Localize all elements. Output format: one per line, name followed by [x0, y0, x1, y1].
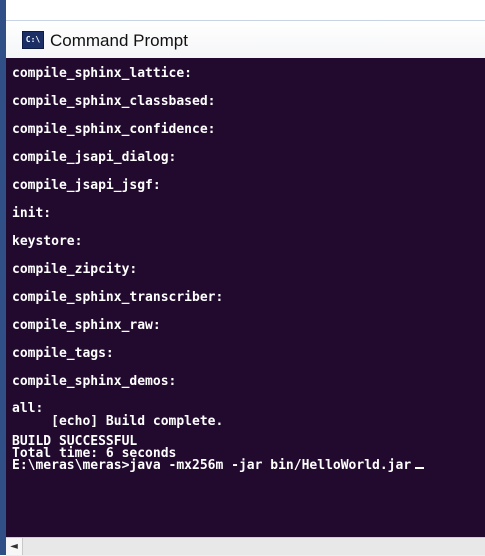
- console-line: compile_sphinx_lattice:: [12, 66, 193, 81]
- cmd-app-icon[interactable]: C:\: [22, 31, 44, 49]
- console-line: compile_sphinx_raw:: [12, 318, 161, 333]
- console-line: compile_sphinx_transcriber:: [12, 290, 224, 305]
- console-line: compile_jsapi_jsgf:: [12, 178, 161, 193]
- cmd-icon-text: C:\: [25, 35, 41, 44]
- scroll-left-button[interactable]: ◄: [6, 538, 23, 555]
- console-line: keystore:: [12, 234, 83, 249]
- console-line: [echo] Build complete.: [12, 414, 224, 429]
- console-line: compile_jsapi_dialog:: [12, 150, 177, 165]
- command-prompt-line[interactable]: E:\meras\meras>java -mx256m -jar bin/Hel…: [12, 458, 425, 473]
- console-line: init:: [12, 206, 52, 221]
- console-line: compile_zipcity:: [12, 262, 138, 277]
- text-cursor: [415, 467, 425, 469]
- console-line: compile_tags:: [12, 346, 114, 361]
- horizontal-scrollbar[interactable]: ◄: [6, 537, 485, 556]
- console-line: compile_sphinx_demos:: [12, 374, 177, 389]
- console-line: compile_sphinx_classbased:: [12, 94, 216, 109]
- command-input-text[interactable]: E:\meras\meras>java -mx256m -jar bin/Hel…: [12, 458, 411, 473]
- console-output[interactable]: compile_sphinx_lattice: compile_sphinx_c…: [6, 58, 485, 537]
- scroll-track[interactable]: [23, 538, 485, 555]
- title-bar[interactable]: C:\ Command Prompt: [6, 20, 485, 59]
- command-prompt-window: C:\ Command Prompt compile_sphinx_lattic…: [6, 0, 485, 556]
- left-arrow-icon: ◄: [10, 540, 18, 552]
- console-line: compile_sphinx_confidence:: [12, 122, 216, 137]
- window-title: Command Prompt: [50, 31, 188, 50]
